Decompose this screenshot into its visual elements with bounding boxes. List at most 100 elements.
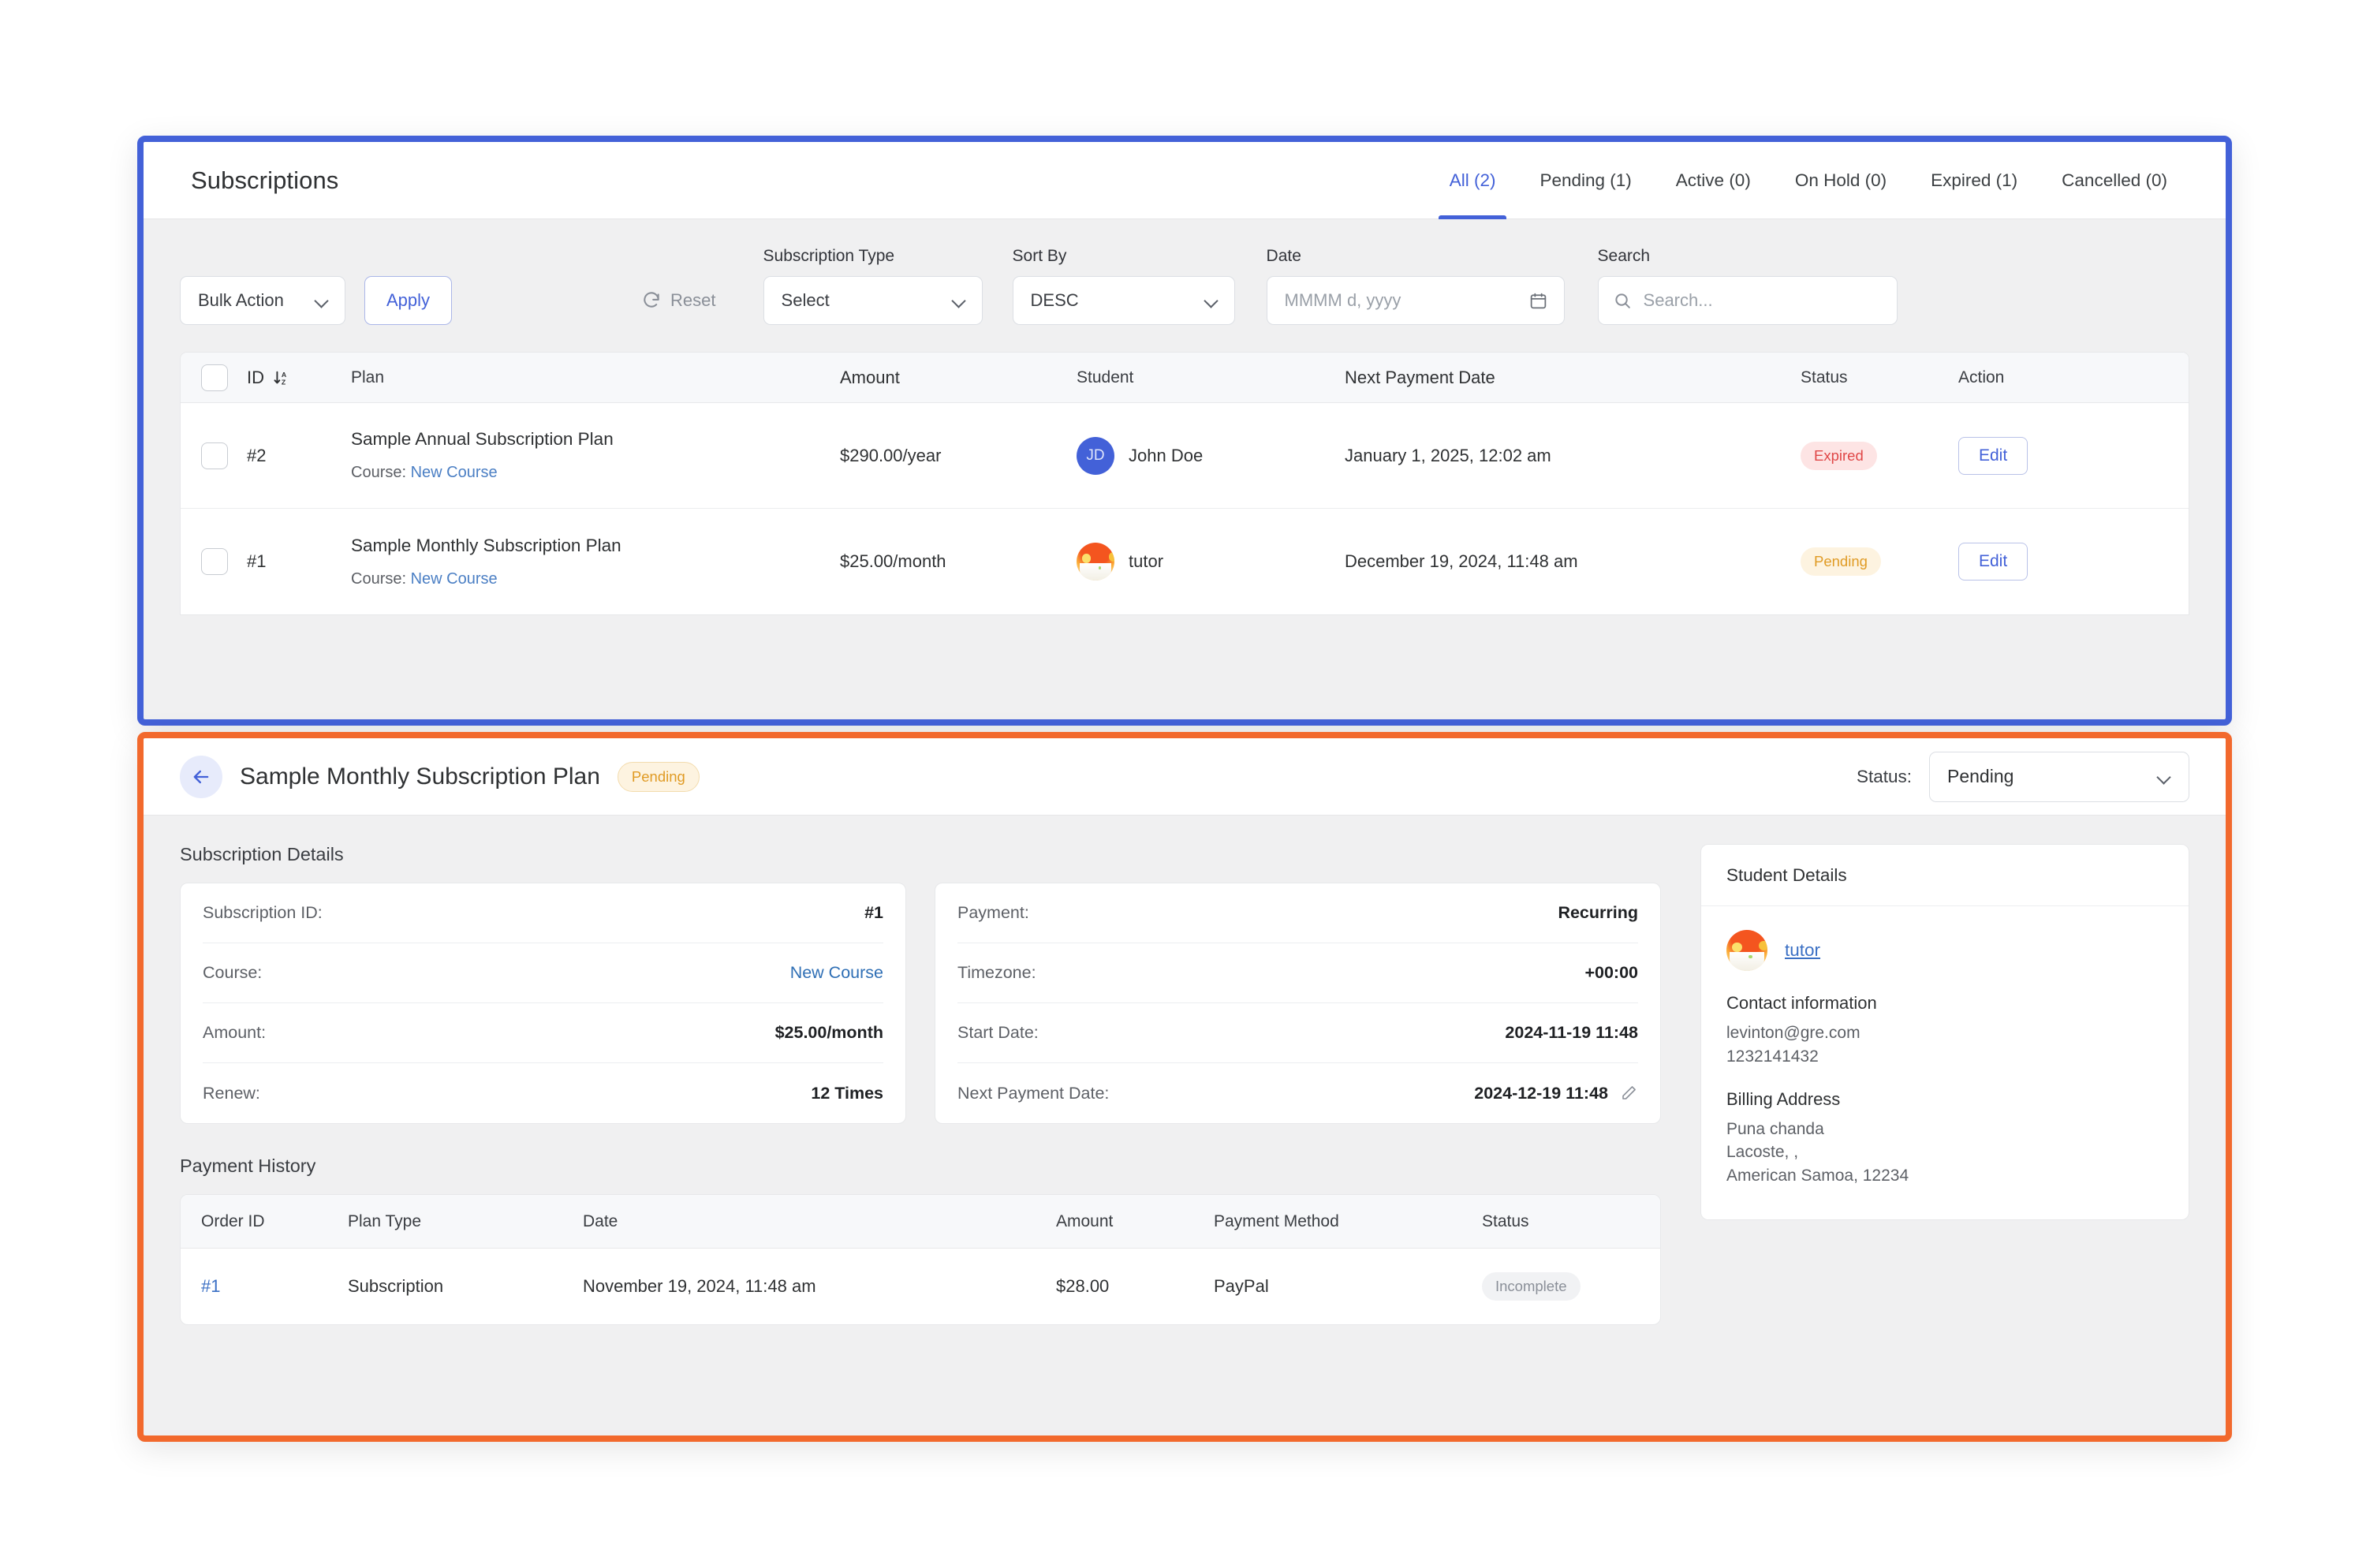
billing-address-line-3: American Samoa, 12234 [1726,1167,1909,1185]
chevron-down-icon [2157,770,2171,784]
subscription-details-card-left: Subscription ID: #1 Course: New Course A… [180,883,906,1124]
payment-history-title: Payment History [180,1155,316,1176]
detail-row-start-date: Start Date: 2024-11-19 11:48 [957,1003,1638,1063]
tab-expired[interactable]: Expired (1) [1909,142,2040,219]
back-button[interactable] [180,755,222,798]
billing-address-line-2: Lacoste, , [1726,1143,1799,1162]
sort-descending-az-icon: A Z [274,371,287,386]
student-details-column: Student Details tutor Contact informatio… [1700,844,2189,1325]
student-name-link[interactable]: tutor [1785,940,1820,961]
row-id: #2 [247,445,267,465]
ph-column-status: Status [1482,1211,1529,1230]
detail-value: $25.00/month [774,1023,883,1042]
reset-label: Reset [670,290,716,310]
subscription-type-field: Subscription Type Select [763,247,983,325]
row-id: #1 [247,551,267,571]
billing-address-heading: Billing Address [1726,1088,1841,1109]
avatar: JD [1077,436,1114,475]
search-placeholder: Search... [1643,290,1713,310]
row-course-link[interactable]: New Course [411,570,498,588]
avatar [1726,930,1767,971]
avatar [1077,543,1114,581]
date-placeholder: MMMM d, yyyy [1284,290,1401,310]
panel-header: Subscriptions All (2) Pending (1) Active… [144,142,2226,219]
detail-value: 2024-11-19 11:48 [1505,1023,1638,1042]
column-header-status: Status [1801,368,1848,386]
pencil-icon[interactable] [1619,1084,1638,1103]
ph-column-payment-method: Payment Method [1214,1211,1339,1230]
date-input[interactable]: MMMM d, yyyy [1266,276,1565,325]
detail-row-amount: Amount: $25.00/month [203,1003,883,1063]
column-header-plan: Plan [351,368,385,386]
tab-on-hold[interactable]: On Hold (0) [1773,142,1909,219]
select-all-cell [181,364,247,391]
student-identity: tutor [1726,930,2163,971]
detail-row-timezone: Timezone: +00:00 [957,943,1638,1003]
row-next-payment-date: December 19, 2024, 11:48 am [1345,551,1578,571]
subscription-type-label: Subscription Type [763,247,895,265]
sort-by-value: DESC [1030,290,1079,310]
row-next-payment-date: January 1, 2025, 12:02 am [1345,445,1551,465]
status-badge: Pending [1801,547,1881,576]
column-header-amount: Amount [840,367,900,387]
subscriptions-table: ID A Z Plan Amount Student Next Payment … [180,352,2189,615]
refresh-icon [644,292,659,308]
edit-button[interactable]: Edit [1958,543,2028,581]
detail-key: Start Date: [957,1023,1039,1042]
bulk-action-select[interactable]: Bulk Action [180,276,345,325]
row-amount: $25.00/month [840,551,946,571]
subscription-type-value: Select [781,290,830,310]
select-all-checkbox[interactable] [201,364,228,391]
ph-payment-method: PayPal [1214,1276,1269,1296]
subscription-details-title: Subscription Details [180,844,344,864]
sort-by-select[interactable]: DESC [1012,276,1235,325]
detail-left-column: Subscription Details Subscription ID: #1… [180,844,1661,1325]
ph-column-order-id: Order ID [201,1211,265,1230]
column-header-id[interactable]: ID A Z [247,368,351,388]
detail-key: Course: [203,963,263,982]
detail-value: #1 [864,903,883,922]
row-student-cell: tutor [1077,543,1345,581]
tab-all[interactable]: All (2) [1428,142,1518,219]
status-badge: Incomplete [1482,1272,1581,1301]
date-label: Date [1266,247,1301,265]
status-select[interactable]: Pending [1929,751,2189,802]
row-amount: $290.00/year [840,445,942,465]
detail-value: 2024-12-19 11:48 [1474,1083,1608,1103]
column-header-student: Student [1077,368,1134,386]
subscription-type-select[interactable]: Select [763,276,983,325]
ph-amount: $28.00 [1056,1276,1110,1296]
row-course-label: Course: [351,464,407,481]
row-plan-cell: Sample Annual Subscription Plan Course: … [351,429,840,482]
sort-by-field: Sort By DESC [1012,247,1235,325]
detail-key: Payment: [957,903,1029,922]
detail-value: Recurring [1558,903,1638,922]
row-student-cell: JD John Doe [1077,436,1345,475]
status-select-value: Pending [1947,766,2014,786]
row-action-cell: Edit [1958,543,2189,581]
subscription-detail-panel: Sample Monthly Subscription Plan Pending… [137,732,2232,1442]
detail-key: Subscription ID: [203,903,323,922]
student-details-title: Student Details [1701,845,2189,906]
detail-row-renew: Renew: 12 Times [203,1063,883,1123]
tab-active[interactable]: Active (0) [1654,142,1773,219]
search-input[interactable]: Search... [1597,276,1898,325]
row-checkbox[interactable] [201,548,228,575]
edit-button[interactable]: Edit [1958,436,2028,475]
calendar-icon [1530,293,1546,308]
row-student-name: tutor [1129,551,1164,571]
detail-value: 12 Times [811,1083,883,1103]
ph-column-plan-type: Plan Type [348,1211,422,1230]
row-checkbox[interactable] [201,442,228,469]
apply-button[interactable]: Apply [364,276,453,325]
tab-pending[interactable]: Pending (1) [1517,142,1653,219]
reset-button[interactable]: Reset [641,276,716,325]
detail-value-course-link[interactable]: New Course [790,963,883,983]
payment-history-row: #1 Subscription November 19, 2024, 11:48… [181,1249,1660,1324]
status-badge: Expired [1801,441,1877,470]
ph-plan-type: Subscription [348,1276,444,1296]
ph-order-id-link[interactable]: #1 [201,1276,220,1296]
tab-cancelled[interactable]: Cancelled (0) [2040,142,2189,219]
status-tabs: All (2) Pending (1) Active (0) On Hold (… [1428,142,2189,219]
row-course-link[interactable]: New Course [411,464,498,481]
